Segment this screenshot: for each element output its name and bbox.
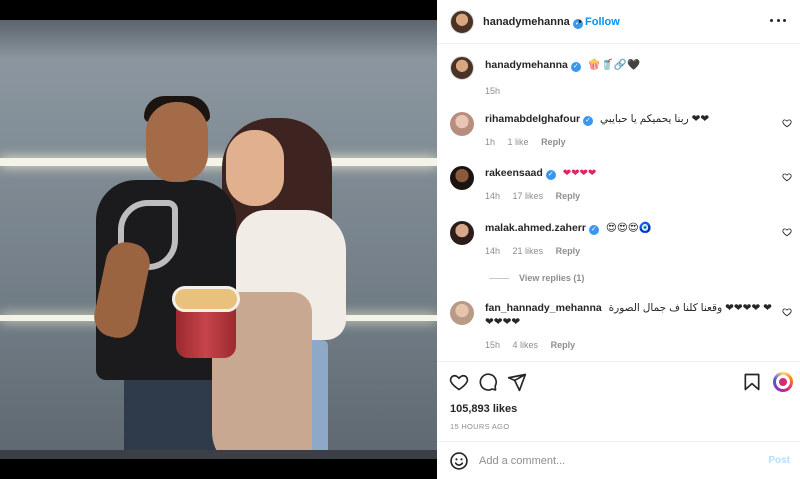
- replies-line: [489, 278, 509, 280]
- caption-time[interactable]: 15h: [485, 86, 500, 96]
- caption-body: 🍿🥤🔗🖤: [587, 59, 641, 71]
- comment-text: fan_hannady_mehanna وقعنا كلنا ف جمال ال…: [485, 301, 775, 329]
- photo-light-strip: [0, 158, 437, 166]
- like-comment-heart-icon[interactable]: [782, 307, 792, 317]
- post-header: hanadymehanna ✓ • Follow: [437, 0, 800, 44]
- commenter-avatar[interactable]: [450, 221, 474, 245]
- photo-ceiling: [0, 20, 437, 60]
- like-comment-heart-icon[interactable]: [782, 227, 792, 237]
- like-comment-heart-icon[interactable]: [782, 172, 792, 182]
- caption-username[interactable]: hanadymehanna: [485, 59, 568, 71]
- caption-meta: 15h: [485, 86, 510, 96]
- caption-text: hanadymehanna ✓ 🍿🥤🔗🖤: [485, 58, 775, 72]
- comment-time[interactable]: 15h: [485, 340, 500, 350]
- commenter-avatar[interactable]: [450, 166, 474, 190]
- comment-body: ❤❤❤❤: [562, 168, 597, 179]
- commenter-username[interactable]: rihamabdelghafour: [485, 113, 580, 125]
- photo-woman-face: [226, 130, 284, 206]
- verified-badge-icon: ✓: [545, 170, 556, 180]
- reply-button[interactable]: Reply: [551, 340, 576, 350]
- bookmark-icon[interactable]: [742, 372, 762, 392]
- follow-button[interactable]: Follow: [585, 16, 620, 28]
- caption-avatar[interactable]: [450, 56, 474, 80]
- post-photo[interactable]: [0, 20, 437, 459]
- share-icon[interactable]: [507, 372, 527, 392]
- post-side-panel: hanadymehanna ✓ • Follow hanadymehanna ✓ 🍿…: [437, 0, 800, 479]
- likes-count[interactable]: 105,893 likes: [450, 403, 517, 415]
- comment-text: rakeensaad ✓ ❤❤❤❤: [485, 166, 775, 181]
- like-comment-heart-icon[interactable]: [782, 118, 792, 128]
- view-replies-label[interactable]: View replies (1): [519, 273, 584, 283]
- comment-text: malak.ahmed.zaherr ✓ 😍😍😍🧿: [485, 221, 775, 235]
- photo-floor: [0, 450, 437, 459]
- comment-time[interactable]: 14h: [485, 246, 500, 256]
- heart-icon[interactable]: [449, 372, 469, 392]
- commenter-username[interactable]: malak.ahmed.zaherr: [485, 222, 586, 234]
- commenter-avatar[interactable]: [450, 112, 474, 136]
- comment-meta: 14h 21 likes Reply: [485, 246, 590, 256]
- commenter-username[interactable]: rakeensaad: [485, 167, 543, 179]
- photo-man-face: [146, 102, 208, 182]
- comment-likes[interactable]: 1 like: [508, 137, 529, 147]
- story-ring-core: [779, 378, 787, 386]
- comment-meta: 14h 17 likes Reply: [485, 191, 590, 201]
- view-replies-button[interactable]: View replies (1): [489, 273, 584, 283]
- author-username[interactable]: hanadymehanna ✓: [483, 16, 583, 29]
- verified-badge-icon: ✓: [583, 116, 594, 126]
- comment-time[interactable]: 14h: [485, 191, 500, 201]
- comment-time[interactable]: 1h: [485, 137, 495, 147]
- comment-likes[interactable]: 17 likes: [513, 191, 544, 201]
- story-ring-icon[interactable]: [773, 372, 793, 392]
- verified-badge-icon: ✓: [570, 62, 581, 72]
- reply-button[interactable]: Reply: [541, 137, 566, 147]
- emoji-icon[interactable]: [449, 451, 469, 471]
- comment-icon[interactable]: [478, 372, 498, 392]
- add-comment-bar: Post: [437, 441, 800, 479]
- verified-badge-icon: ✓: [588, 225, 599, 235]
- comment-text: rihamabdelghafour ✓ ربنا يحميكم يا حبايبي…: [485, 112, 775, 126]
- separator-dot: •: [578, 16, 582, 28]
- comment-body: 😍😍😍🧿: [605, 222, 652, 234]
- comment-input[interactable]: [479, 452, 749, 470]
- more-icon[interactable]: [770, 16, 786, 24]
- photo-man-legs: [124, 372, 224, 459]
- instagram-post-modal: hanadymehanna ✓ • Follow hanadymehanna ✓ 🍿…: [0, 0, 800, 479]
- photo-popcorn: [172, 286, 240, 312]
- comment-likes[interactable]: 21 likes: [513, 246, 544, 256]
- commenter-avatar[interactable]: [450, 301, 474, 325]
- comment-meta: 15h 4 likes Reply: [485, 340, 585, 350]
- author-avatar[interactable]: [450, 10, 474, 34]
- reply-button[interactable]: Reply: [556, 246, 581, 256]
- post-comment-button[interactable]: Post: [768, 455, 790, 466]
- comment-likes[interactable]: 4 likes: [513, 340, 539, 350]
- post-date[interactable]: 15 HOURS AGO: [450, 422, 509, 431]
- commenter-username[interactable]: fan_hannady_mehanna: [485, 302, 602, 314]
- comment-body: ربنا يحميكم يا حبايبي ❤❤: [600, 113, 710, 125]
- reply-button[interactable]: Reply: [556, 191, 581, 201]
- comment-meta: 1h 1 like Reply: [485, 137, 576, 147]
- story-ring-inner: [776, 375, 790, 389]
- comments-list[interactable]: hanadymehanna ✓ 🍿🥤🔗🖤 15h rihamabdelghafou…: [437, 44, 800, 360]
